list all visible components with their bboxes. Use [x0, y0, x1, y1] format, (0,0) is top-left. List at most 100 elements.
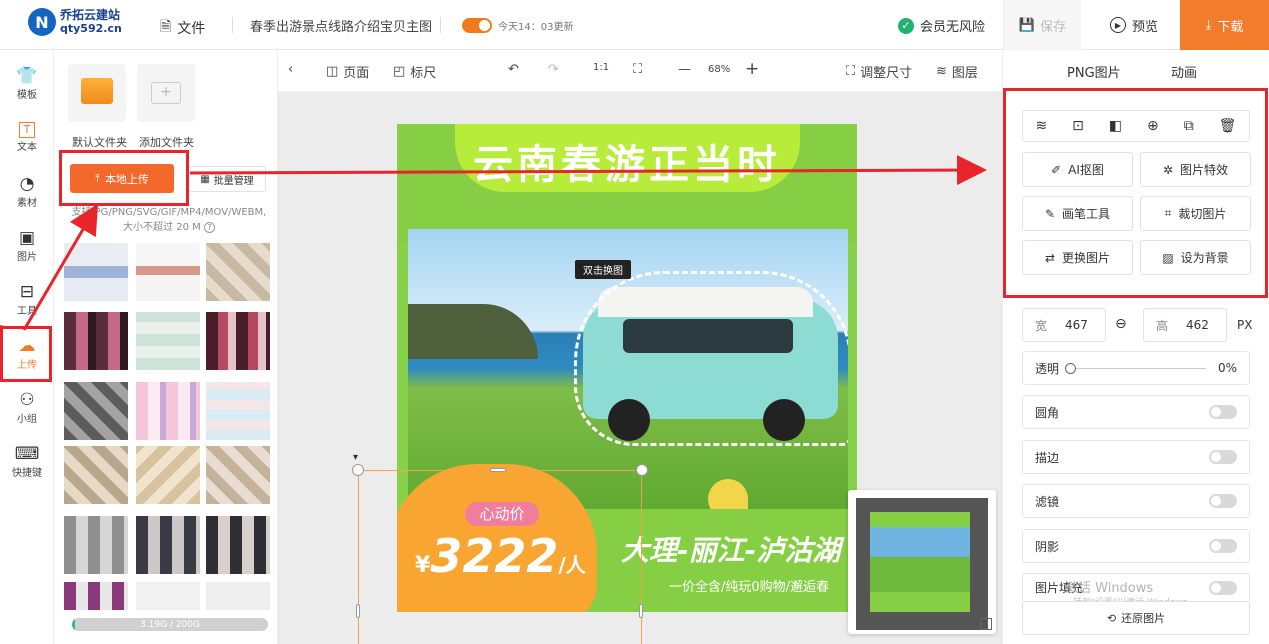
zoom-in-button[interactable]: + — [745, 59, 759, 79]
nav-item-group[interactable]: ⚇ 小组 — [0, 382, 54, 432]
uploaded-image[interactable] — [206, 243, 270, 301]
logo[interactable]: N 乔拓云建站 qty592.cn — [28, 8, 122, 36]
material-icon: ◔ — [19, 173, 35, 194]
default-folder-label: 默认文件夹 — [72, 136, 127, 149]
uploaded-image[interactable] — [136, 582, 200, 610]
uploaded-image[interactable] — [64, 582, 128, 610]
uploaded-image[interactable] — [206, 446, 270, 504]
filter-row: 滤镜 — [1022, 484, 1250, 518]
selection-handle[interactable] — [639, 604, 643, 618]
play-circle-icon: ▶ — [1109, 17, 1126, 33]
help-icon[interactable]: ? — [203, 222, 215, 233]
uploaded-image[interactable] — [64, 312, 128, 370]
layers-button[interactable]: ≋ 图层 — [936, 62, 978, 81]
page-button[interactable]: ◫ 页面 — [326, 62, 369, 81]
stroke-toggle[interactable] — [1209, 450, 1237, 464]
minimap-resize-icon[interactable] — [980, 618, 992, 630]
uploaded-image[interactable] — [136, 243, 200, 301]
opacity-slider-knob[interactable] — [1065, 362, 1077, 374]
preview-button[interactable]: ▶ 预览 — [1092, 0, 1176, 50]
rounded-corner-row: 圆角 — [1022, 395, 1250, 429]
layers-icon: ≋ — [936, 64, 947, 79]
poster-title[interactable]: 云南春游正当时 — [397, 132, 857, 190]
image-fill-toggle[interactable] — [1209, 580, 1237, 595]
grid-icon: ▦ — [200, 173, 210, 185]
selection-handle[interactable] — [490, 468, 506, 472]
nav-item-image[interactable]: ▣ 图片 — [0, 220, 54, 270]
uploaded-image[interactable] — [206, 382, 270, 440]
fit-screen-icon: ⛶ — [633, 62, 643, 77]
autosave-toggle[interactable] — [462, 18, 492, 33]
document-title[interactable]: 春季出游景点线路介绍宝贝主图 — [250, 16, 432, 35]
add-folder[interactable]: + — [137, 64, 195, 122]
actual-size-button[interactable]: 1:1 — [593, 62, 609, 73]
uploaded-image[interactable] — [206, 516, 270, 574]
selection-frame[interactable] — [358, 470, 642, 644]
save-button[interactable]: 💾 保存 — [1003, 0, 1081, 50]
collapse-panel-button[interactable]: ‹ — [288, 62, 293, 77]
save-icon: 💾 — [1018, 17, 1036, 33]
member-status[interactable]: ✓ 会员无风险 — [898, 16, 985, 35]
redo-button[interactable]: ↷ — [548, 62, 559, 77]
route-title: 大理-丽江-泸沽湖 — [621, 534, 841, 567]
undo-button[interactable]: ↶ — [508, 62, 519, 77]
unit-label: PX — [1237, 318, 1253, 332]
zoom-level[interactable]: 68% — [708, 64, 730, 75]
uploaded-image[interactable] — [136, 446, 200, 504]
upload-panel: + 默认文件夹 添加文件夹 ⤒ 本地上传 ▦ 批量管理 支持JPG/PNG/SV… — [54, 50, 278, 644]
selection-menu-icon[interactable]: ▾ — [353, 452, 358, 463]
uploaded-image[interactable] — [136, 382, 200, 440]
plus-icon: + — [745, 59, 760, 79]
width-field[interactable]: 宽 467 — [1022, 308, 1106, 342]
filter-toggle[interactable] — [1209, 494, 1237, 508]
nav-item-template[interactable]: 👕 模板 — [0, 58, 54, 108]
uploaded-image[interactable] — [136, 312, 200, 370]
image-icon: ▣ — [18, 227, 36, 248]
tab-png-image[interactable]: PNG图片 — [1067, 62, 1121, 81]
link-ratio-icon[interactable]: ⊖ — [1115, 316, 1127, 332]
nav-item-shortcuts[interactable]: ⌨ 快捷键 — [0, 436, 54, 486]
chevron-left-icon: ‹ — [288, 62, 294, 77]
uploaded-image[interactable] — [206, 582, 270, 610]
tab-animation[interactable]: 动画 — [1171, 62, 1197, 81]
opacity-slider[interactable] — [1065, 362, 1206, 374]
download-button[interactable]: ⤓ 下载 — [1180, 0, 1269, 50]
restore-image-button[interactable]: ⟲ 还原图片 — [1022, 601, 1250, 635]
sea-cliff — [408, 304, 538, 359]
nav-item-text[interactable]: T 文本 — [0, 112, 54, 162]
uploaded-image[interactable] — [64, 446, 128, 504]
selection-handle[interactable] — [352, 464, 364, 476]
file-menu[interactable]: 🗎 文件 — [160, 16, 205, 40]
minimap[interactable] — [848, 490, 996, 634]
nav-item-tools[interactable]: ⊟ 工具 — [0, 274, 54, 324]
route-subline: 一价全含/纯玩0购物/邂逅春 — [669, 580, 830, 595]
selection-handle[interactable] — [636, 464, 648, 476]
undo-icon: ↶ — [508, 62, 519, 77]
uploaded-image[interactable] — [64, 516, 128, 574]
nav-item-material[interactable]: ◔ 素材 — [0, 166, 54, 216]
add-folder-icon: + — [151, 82, 181, 104]
uploaded-image[interactable] — [64, 243, 128, 301]
zoom-out-button[interactable]: — — [678, 62, 691, 77]
uploaded-image[interactable] — [206, 312, 270, 370]
batch-manage-button[interactable]: ▦ 批量管理 — [188, 166, 266, 192]
selection-handle[interactable] — [356, 604, 360, 618]
keyboard-icon: ⌨ — [14, 443, 40, 464]
ruler-button[interactable]: ◰ 标尺 — [393, 62, 436, 81]
canvas-area[interactable]: 云南春游正当时 双击换图 心动价 ¥3222/人 大理-丽江-泸沽湖 一价全含/… — [278, 92, 1002, 644]
folder-icon — [81, 78, 113, 104]
fit-screen-button[interactable]: ⛶ — [633, 62, 642, 77]
top-bar: N 乔拓云建站 qty592.cn 🗎 文件 春季出游景点线路介绍宝贝主图 今天… — [0, 0, 1269, 50]
logo-name: 乔拓云建站 — [60, 8, 121, 22]
double-click-hint: 双击换图 — [575, 260, 631, 279]
update-time: 今天14：03更新 — [498, 22, 574, 33]
shadow-toggle[interactable] — [1209, 539, 1237, 553]
uploaded-image[interactable] — [136, 516, 200, 574]
uploaded-image[interactable] — [64, 382, 128, 440]
resize-button[interactable]: ⛶ 调整尺寸 — [846, 62, 912, 81]
rounded-corner-toggle[interactable] — [1209, 405, 1237, 419]
default-folder[interactable] — [68, 64, 126, 122]
check-circle-icon: ✓ — [898, 17, 914, 34]
height-field[interactable]: 高 462 — [1143, 308, 1227, 342]
canvas-toolbar: ‹ ◫ 页面 ◰ 标尺 ↶ ↷ 1:1 ⛶ — 68% + ⛶ 调整尺寸 ≋ 图… — [278, 50, 1002, 92]
